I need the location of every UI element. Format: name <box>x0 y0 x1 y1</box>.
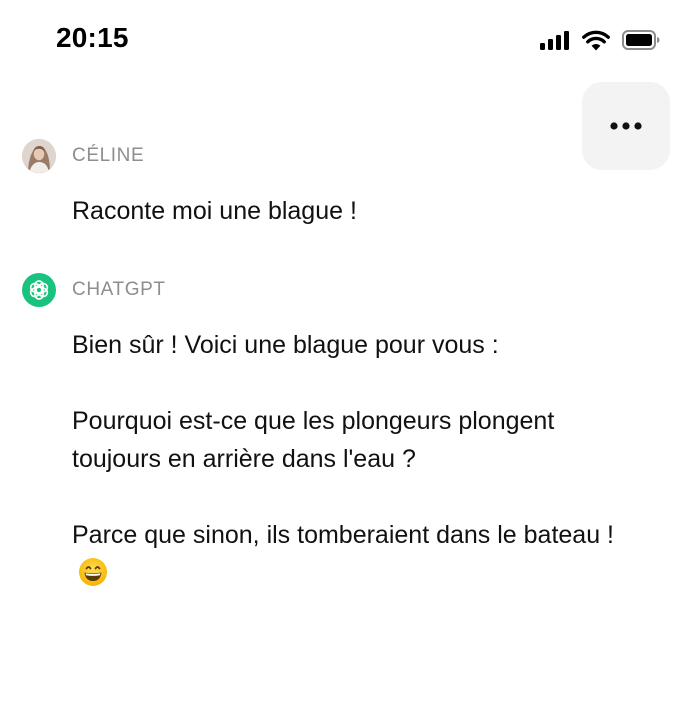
message-assistant: CHATGPT Bien sûr ! Voici une blague pour… <box>22 272 642 592</box>
chatgpt-logo-icon <box>22 273 56 307</box>
message-user: CÉLINE Raconte moi une blague ! <box>22 138 642 230</box>
author-name: CHATGPT <box>72 279 166 300</box>
signal-icon <box>540 31 569 50</box>
author-row: CHATGPT <box>22 272 642 308</box>
message-text: Raconte moi une blague ! <box>72 192 642 230</box>
message-paragraph: Pourquoi est-ce que les plongeurs plonge… <box>72 407 555 473</box>
message-paragraph: Parce que sinon, ils tomberaient dans le… <box>72 521 615 549</box>
grinning-face-emoji-icon <box>79 558 107 586</box>
author-name: CÉLINE <box>72 145 145 166</box>
message-paragraph: Raconte moi une blague ! <box>72 197 357 225</box>
status-icons <box>540 28 660 52</box>
user-avatar[interactable] <box>22 139 56 173</box>
more-horizontal-icon <box>610 122 642 130</box>
chat-screen: 20:15 CÉLINE Raconte moi une blague ! CH… <box>0 0 700 708</box>
author-row: CÉLINE <box>22 138 642 174</box>
battery-icon <box>622 30 660 50</box>
message-text: Bien sûr ! Voici une blague pour vous : … <box>72 326 642 592</box>
wifi-icon <box>582 30 610 50</box>
message-paragraph: Bien sûr ! Voici une blague pour vous : <box>72 331 499 359</box>
status-time: 20:15 <box>56 22 129 53</box>
message-paragraph-last: Parce que sinon, ils tomberaient dans le… <box>72 516 642 592</box>
